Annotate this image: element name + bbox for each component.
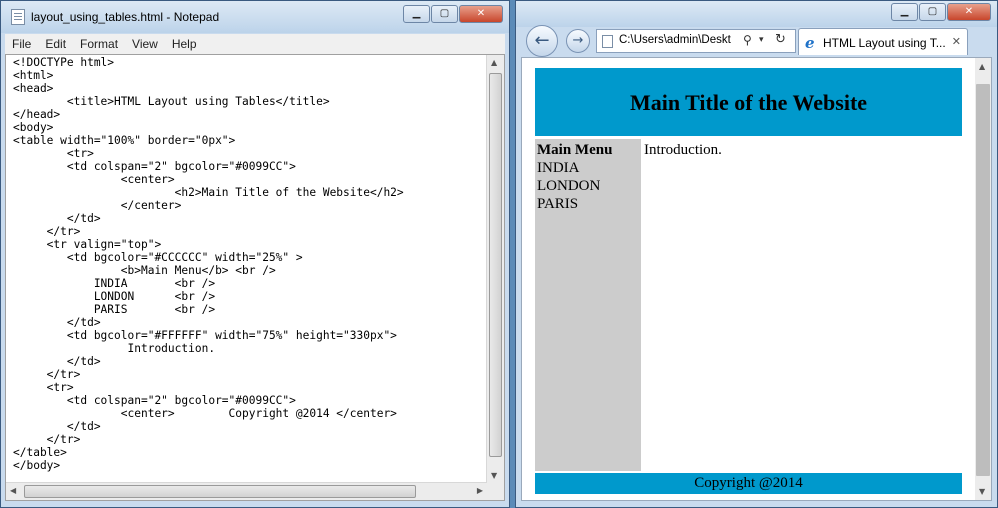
browser-window: ▁ ▢ ✕ ← → C:\Users\admin\Deskt ⚲ ▾ ↻ e H… xyxy=(515,0,998,508)
maximize-icon[interactable]: ▢ xyxy=(431,5,458,23)
scroll-corner xyxy=(487,483,504,500)
address-text[interactable]: C:\Users\admin\Deskt xyxy=(619,34,731,46)
page-title: Main Title of the Website xyxy=(629,90,868,115)
browser-titlebar[interactable]: ▁ ▢ ✕ xyxy=(516,1,997,27)
horizontal-scrollbar[interactable]: ◀ ▶ xyxy=(6,482,487,500)
scroll-down-icon[interactable]: ▼ xyxy=(491,471,497,480)
page-icon xyxy=(602,35,613,48)
menu-item-paris: PARIS xyxy=(537,196,579,212)
menu-view[interactable]: View xyxy=(125,34,165,54)
rendered-page: Main Title of the Website Main Menu INDI… xyxy=(522,58,975,500)
notepad-window: layout_using_tables.html - Notepad ▁ ▢ ✕… xyxy=(0,0,510,508)
notepad-window-title: layout_using_tables.html - Notepad xyxy=(31,10,220,24)
page-main-content: Introduction. xyxy=(641,139,962,471)
tab-title: HTML Layout using T... xyxy=(823,36,946,50)
scroll-left-icon[interactable]: ◀ xyxy=(10,486,16,495)
ie-icon: e xyxy=(805,34,815,52)
close-icon[interactable]: ✕ xyxy=(459,5,503,23)
maximize-icon[interactable]: ▢ xyxy=(919,3,946,21)
notepad-titlebar[interactable]: layout_using_tables.html - Notepad ▁ ▢ ✕ xyxy=(1,1,509,33)
menu-item-india: INDIA xyxy=(537,160,580,176)
close-icon[interactable]: ✕ xyxy=(952,35,961,48)
menu-item-london: LONDON xyxy=(537,178,601,194)
text-editor[interactable]: <!DOCTYPe html> <html> <head> <title>HTM… xyxy=(5,54,505,501)
horizontal-scroll-thumb[interactable] xyxy=(24,485,416,498)
notepad-window-controls: ▁ ▢ ✕ xyxy=(402,5,503,23)
minimize-icon[interactable]: ▁ xyxy=(891,3,918,21)
browser-viewport: Main Title of the Website Main Menu INDI… xyxy=(521,57,992,501)
browser-scroll-thumb[interactable] xyxy=(976,84,990,476)
forward-arrow-icon[interactable]: → xyxy=(566,29,590,53)
menu-format[interactable]: Format xyxy=(73,34,125,54)
menu-help[interactable]: Help xyxy=(165,34,204,54)
footer-text: Copyright @2014 xyxy=(694,475,803,491)
notepad-icon xyxy=(11,9,25,25)
refresh-icon[interactable]: ↻ xyxy=(775,32,786,47)
minimize-icon[interactable]: ▁ xyxy=(403,5,430,23)
page-header: Main Title of the Website xyxy=(535,68,962,136)
menu-title: Main Menu xyxy=(537,142,613,158)
menu-file[interactable]: File xyxy=(5,34,38,54)
vertical-scroll-thumb[interactable] xyxy=(489,73,502,457)
notepad-menubar: File Edit Format View Help xyxy=(5,34,505,54)
vertical-scrollbar[interactable]: ▲ ▼ xyxy=(486,55,504,483)
editor-content[interactable]: <!DOCTYPe html> <html> <head> <title>HTM… xyxy=(13,56,404,472)
tab-html-layout[interactable]: e HTML Layout using T... ✕ xyxy=(798,28,968,55)
browser-window-controls: ▁ ▢ ✕ xyxy=(890,3,991,21)
scroll-up-icon[interactable]: ▲ xyxy=(979,62,985,71)
search-icon[interactable]: ⚲ xyxy=(743,33,752,47)
menu-edit[interactable]: Edit xyxy=(38,34,73,54)
address-bar[interactable]: C:\Users\admin\Deskt ⚲ ▾ ↻ xyxy=(596,29,796,53)
scroll-down-icon[interactable]: ▼ xyxy=(979,487,985,496)
dropdown-icon[interactable]: ▾ xyxy=(759,35,764,45)
page-footer: Copyright @2014 xyxy=(535,473,962,494)
scroll-up-icon[interactable]: ▲ xyxy=(491,58,497,67)
back-arrow-icon[interactable]: ← xyxy=(526,25,558,57)
browser-vertical-scrollbar[interactable]: ▲ ▼ xyxy=(975,58,991,500)
page-sidebar: Main Menu INDIA LONDON PARIS xyxy=(535,139,641,471)
intro-text: Introduction. xyxy=(644,142,722,158)
scroll-right-icon[interactable]: ▶ xyxy=(477,486,483,495)
close-icon[interactable]: ✕ xyxy=(947,3,991,21)
